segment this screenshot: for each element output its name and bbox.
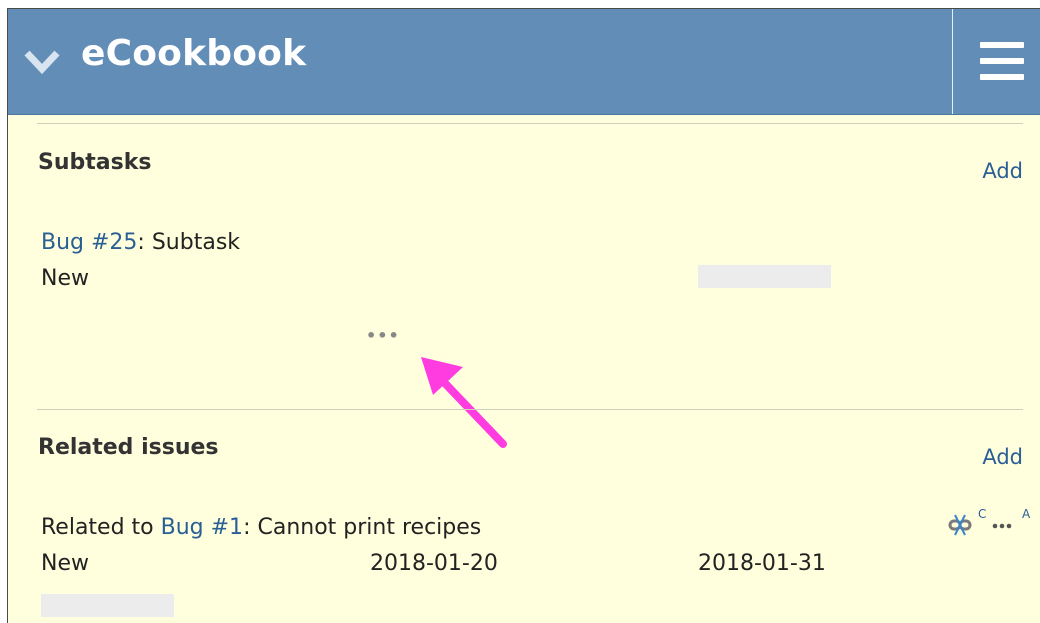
project-header: eCookbook [8, 9, 1040, 115]
related-issue-subject: Cannot print recipes [250, 515, 482, 540]
related-issue-progress-placeholder [41, 594, 174, 617]
subtask-progress-placeholder [698, 265, 831, 288]
related-issue-actions: C A [946, 507, 1036, 539]
subtask-row: Bug #25: Subtask [41, 230, 240, 255]
add-related-issue-link[interactable]: Add [982, 445, 1023, 469]
relation-label: Related to [41, 515, 161, 540]
divider [37, 123, 1023, 124]
subtasks-heading: Subtasks [38, 150, 152, 175]
hamburger-menu-icon[interactable] [980, 42, 1024, 82]
annotation-arrow [421, 357, 507, 448]
divider [37, 409, 1023, 410]
related-issue-row: Related to Bug #1: Cannot print recipes [41, 515, 481, 540]
subtask-issue-link[interactable]: Bug #25 [41, 230, 137, 255]
related-issue-start-date: 2018-01-20 [370, 551, 498, 576]
subtask-status: New [41, 266, 89, 291]
more-badge: A [1022, 507, 1031, 521]
subtask-subject: Subtask [144, 230, 241, 255]
project-title[interactable]: eCookbook [81, 33, 306, 74]
unlink-icon[interactable] [948, 514, 972, 536]
subtask-separator: : [137, 230, 145, 255]
chevron-down-icon[interactable] [24, 45, 64, 81]
related-issue-status: New [41, 551, 89, 576]
app-window: eCookbook Subtasks Add Bug #25: Subtask … [7, 8, 1040, 623]
header-divider [952, 9, 953, 114]
subtask-more-dots[interactable]: ••• [366, 326, 400, 345]
more-actions-icon[interactable] [992, 523, 1012, 529]
issue-content: Subtasks Add Bug #25: Subtask New ••• Re… [16, 115, 1038, 623]
unlink-badge: C [978, 507, 987, 521]
related-issue-due-date: 2018-01-31 [698, 551, 826, 576]
related-issues-heading: Related issues [38, 435, 219, 460]
add-subtask-link[interactable]: Add [982, 159, 1023, 183]
related-issue-link[interactable]: Bug #1 [161, 515, 243, 540]
